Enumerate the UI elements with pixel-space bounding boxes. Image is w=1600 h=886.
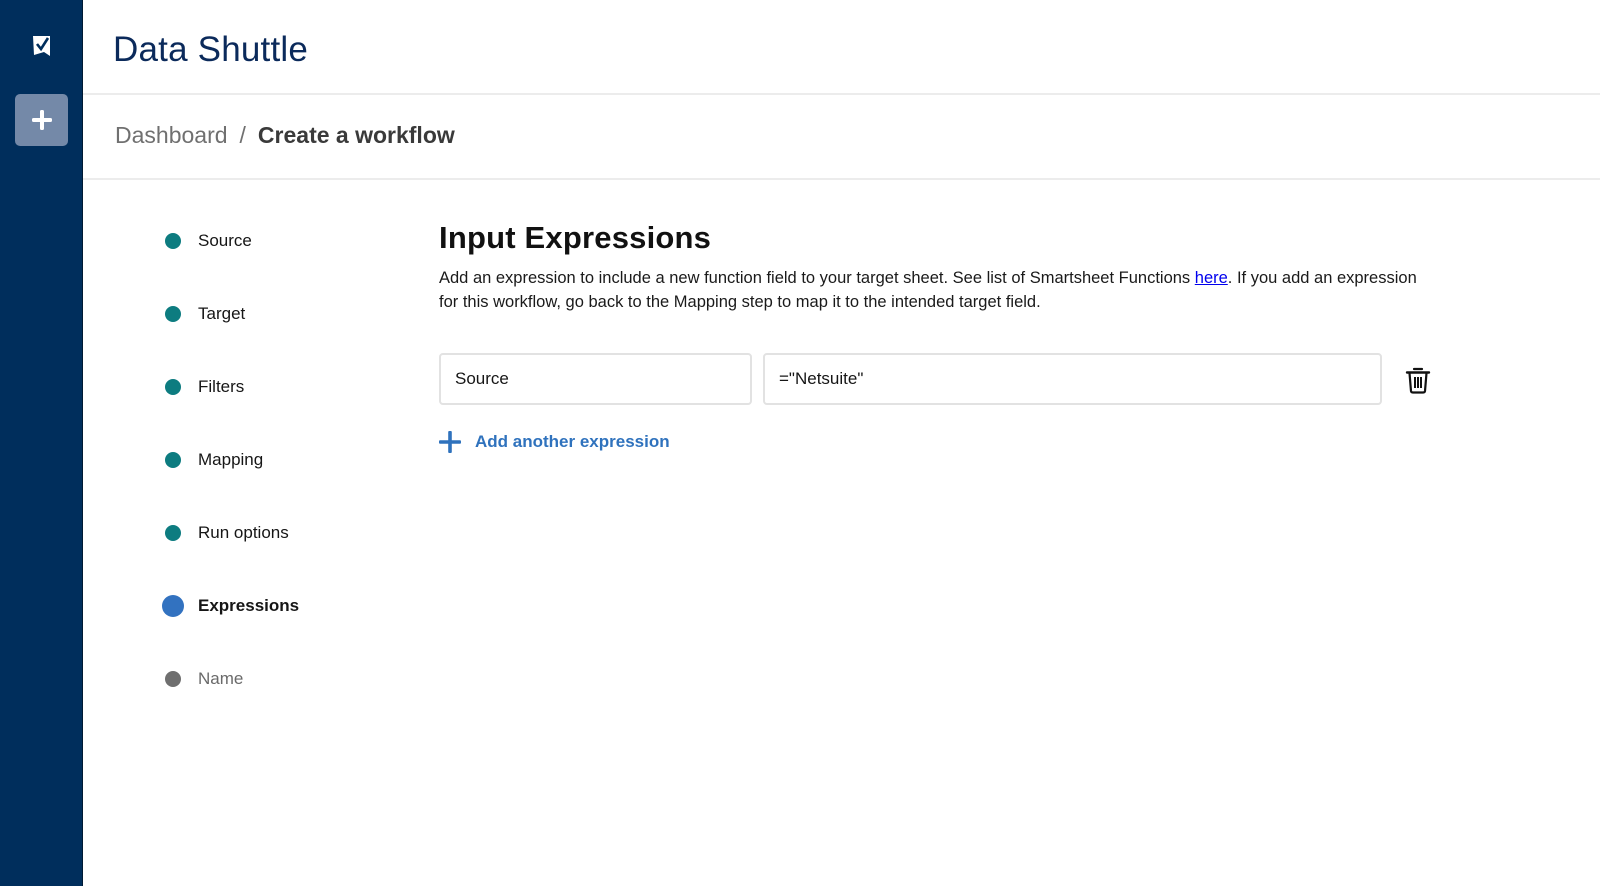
step-complete-dot-icon — [165, 525, 181, 541]
page-description: Add an expression to include a new funct… — [439, 266, 1439, 314]
page-title: Input Expressions — [439, 220, 712, 255]
plus-icon — [439, 431, 461, 453]
expression-name-input[interactable] — [439, 353, 752, 405]
step-filters[interactable]: Filters — [162, 372, 244, 402]
breadcrumb-bar: Dashboard / Create a workflow — [83, 95, 1600, 180]
description-text: Add an expression to include a new funct… — [439, 269, 1195, 287]
step-mapping[interactable]: Mapping — [162, 445, 263, 475]
step-run-options[interactable]: Run options — [162, 518, 289, 548]
step-label: Expressions — [198, 596, 300, 615]
step-source[interactable]: Source — [162, 226, 252, 256]
breadcrumb-separator: / — [239, 122, 246, 148]
step-label: Name — [198, 669, 244, 688]
step-expressions[interactable]: Expressions — [162, 591, 299, 621]
new-workflow-button[interactable] — [15, 94, 68, 146]
step-complete-dot-icon — [165, 306, 181, 322]
expression-formula-input[interactable] — [763, 353, 1382, 405]
add-expression-button[interactable]: Add another expression — [439, 431, 670, 453]
app-sidebar — [0, 0, 83, 886]
step-label: Target — [198, 304, 246, 323]
trash-icon[interactable] — [1405, 366, 1431, 394]
smartsheet-logo-icon[interactable] — [32, 35, 52, 57]
app-header: Data Shuttle — [83, 0, 1600, 95]
expressions-panel: Input Expressions Add an expression to i… — [439, 220, 1439, 453]
step-active-dot-icon — [162, 595, 184, 617]
add-expression-label: Add another expression — [475, 432, 670, 451]
step-label: Filters — [198, 377, 245, 396]
step-pending-dot-icon — [165, 671, 181, 687]
breadcrumb-current: Create a workflow — [257, 122, 455, 148]
step-label: Mapping — [198, 450, 264, 469]
app-title: Data Shuttle — [113, 30, 309, 69]
step-complete-dot-icon — [165, 379, 181, 395]
step-complete-dot-icon — [165, 233, 181, 249]
step-label: Run options — [198, 523, 289, 542]
step-label: Source — [198, 231, 252, 250]
functions-help-link[interactable]: here — [1195, 269, 1228, 287]
plus-icon — [31, 110, 52, 130]
breadcrumb-dashboard[interactable]: Dashboard — [115, 122, 228, 149]
step-name[interactable]: Name — [162, 664, 243, 694]
breadcrumb: Dashboard / Create a workflow — [115, 122, 455, 149]
step-complete-dot-icon — [165, 452, 181, 468]
expression-row — [439, 353, 1439, 405]
step-target[interactable]: Target — [162, 299, 245, 329]
